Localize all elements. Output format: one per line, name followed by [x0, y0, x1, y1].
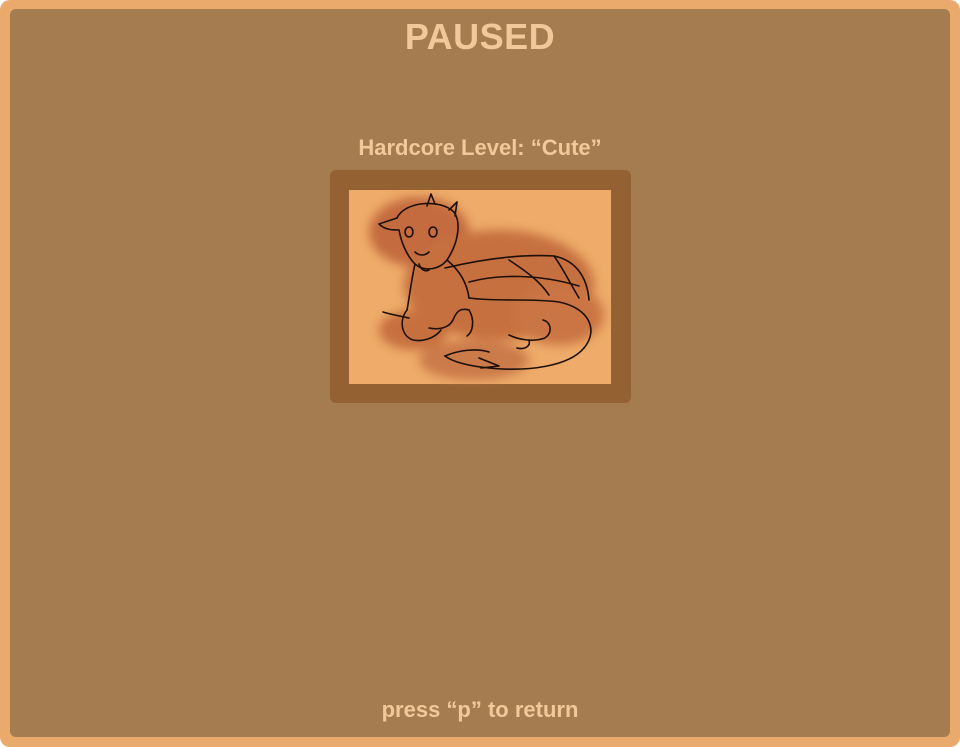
return-hint: press “p” to return [381, 697, 579, 722]
hardcore-level-label: Hardcore Level: “Cute” [358, 135, 602, 160]
game-screen: PAUSED Hardcore Level: “Cute” press “p” … [0, 0, 960, 747]
level-image-frame [330, 170, 631, 403]
dragon-illustration [369, 193, 604, 380]
level-image [349, 190, 611, 384]
pause-title: PAUSED [404, 16, 556, 57]
